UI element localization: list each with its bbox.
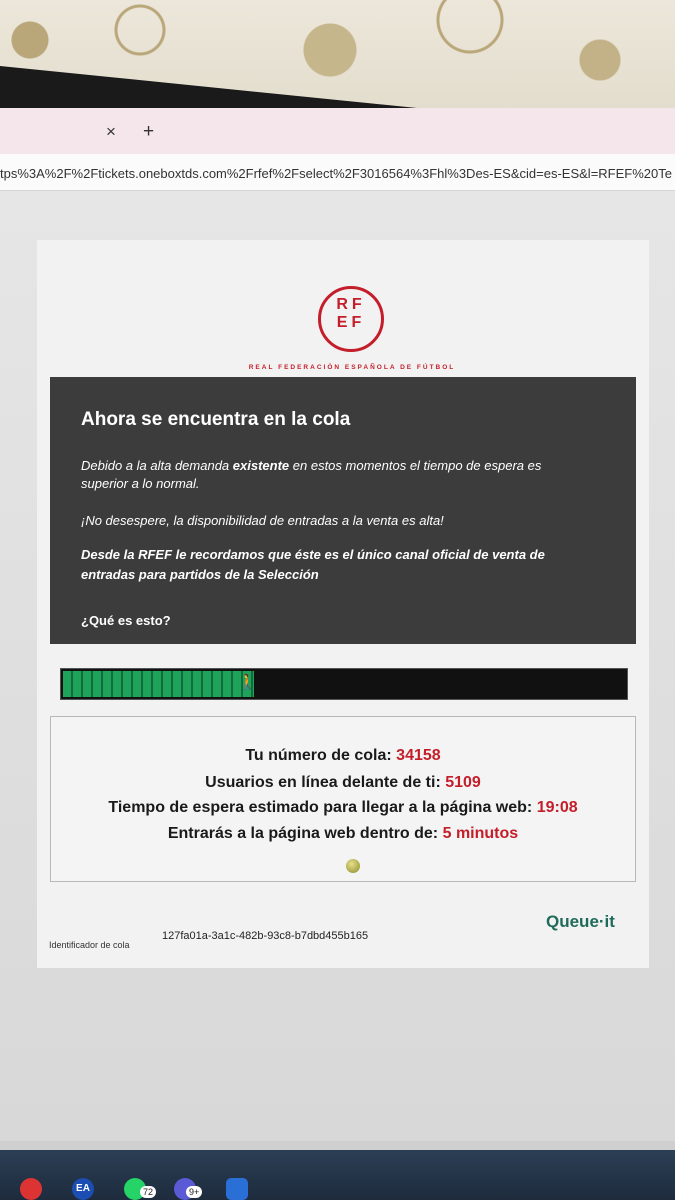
loading-indicator-icon [346, 859, 360, 873]
what-is-this-link[interactable]: ¿Qué es esto? [81, 613, 171, 628]
app-badge: 9+ [186, 1186, 203, 1198]
whatsapp-badge: 72 [140, 1186, 157, 1198]
queue-message-panel: Ahora se encuentra en la cola Debido a l… [50, 377, 636, 644]
demand-message: Debido a la alta demanda existente en es… [81, 458, 542, 491]
users-ahead-value: 5109 [445, 774, 481, 791]
queueit-logo: Queue·it [546, 912, 615, 931]
enter-in-value: 5 minutos [442, 825, 519, 842]
availability-message: ¡No desespere, la disponibilidad de entr… [81, 513, 444, 528]
progress-fill [63, 671, 254, 697]
panel-title: Ahora se encuentra en la cola [81, 409, 351, 430]
taskbar-app-icon[interactable] [20, 1178, 42, 1200]
tab-bar [0, 108, 675, 154]
queue-id-label: Identificador de cola [49, 940, 130, 950]
taskbar [0, 1150, 675, 1200]
url-text[interactable]: tps%3A%2F%2Ftickets.oneboxtds.com%2Frfef… [0, 166, 675, 181]
queue-number-line: Tu número de cola: 34158 [245, 747, 441, 764]
estimated-wait-value: 19:08 [536, 799, 578, 816]
queue-id-value: 127fa01a-3a1c-482b-93c8-b7dbd455b165 [162, 930, 369, 942]
ea-app-icon[interactable]: EA [72, 1178, 94, 1200]
estimated-wait-line: Tiempo de espera estimado para llegar a … [108, 799, 578, 816]
queue-number-value: 34158 [396, 747, 441, 764]
queue-info-box: Tu número de cola: 34158 Usuarios en lín… [50, 716, 636, 882]
close-tab-icon[interactable]: × [106, 122, 116, 142]
queue-progress-bar: 🚶 [60, 668, 628, 700]
users-ahead-line: Usuarios en línea delante de ti: 5109 [205, 774, 481, 791]
new-tab-button[interactable]: + [143, 121, 154, 143]
rfef-logo-subtitle: REAL FEDERACIÓN ESPAÑOLA DE FÚTBOL [248, 364, 456, 371]
enter-in-line: Entrarás a la página web dentro de: 5 mi… [167, 825, 519, 842]
rfef-logo-mark: RF EF [336, 296, 366, 331]
official-channel-message: Desde la RFEF le recordamos que éste es … [81, 547, 545, 582]
walking-person-icon: 🚶 [238, 674, 257, 691]
roblox-icon[interactable] [226, 1178, 248, 1200]
